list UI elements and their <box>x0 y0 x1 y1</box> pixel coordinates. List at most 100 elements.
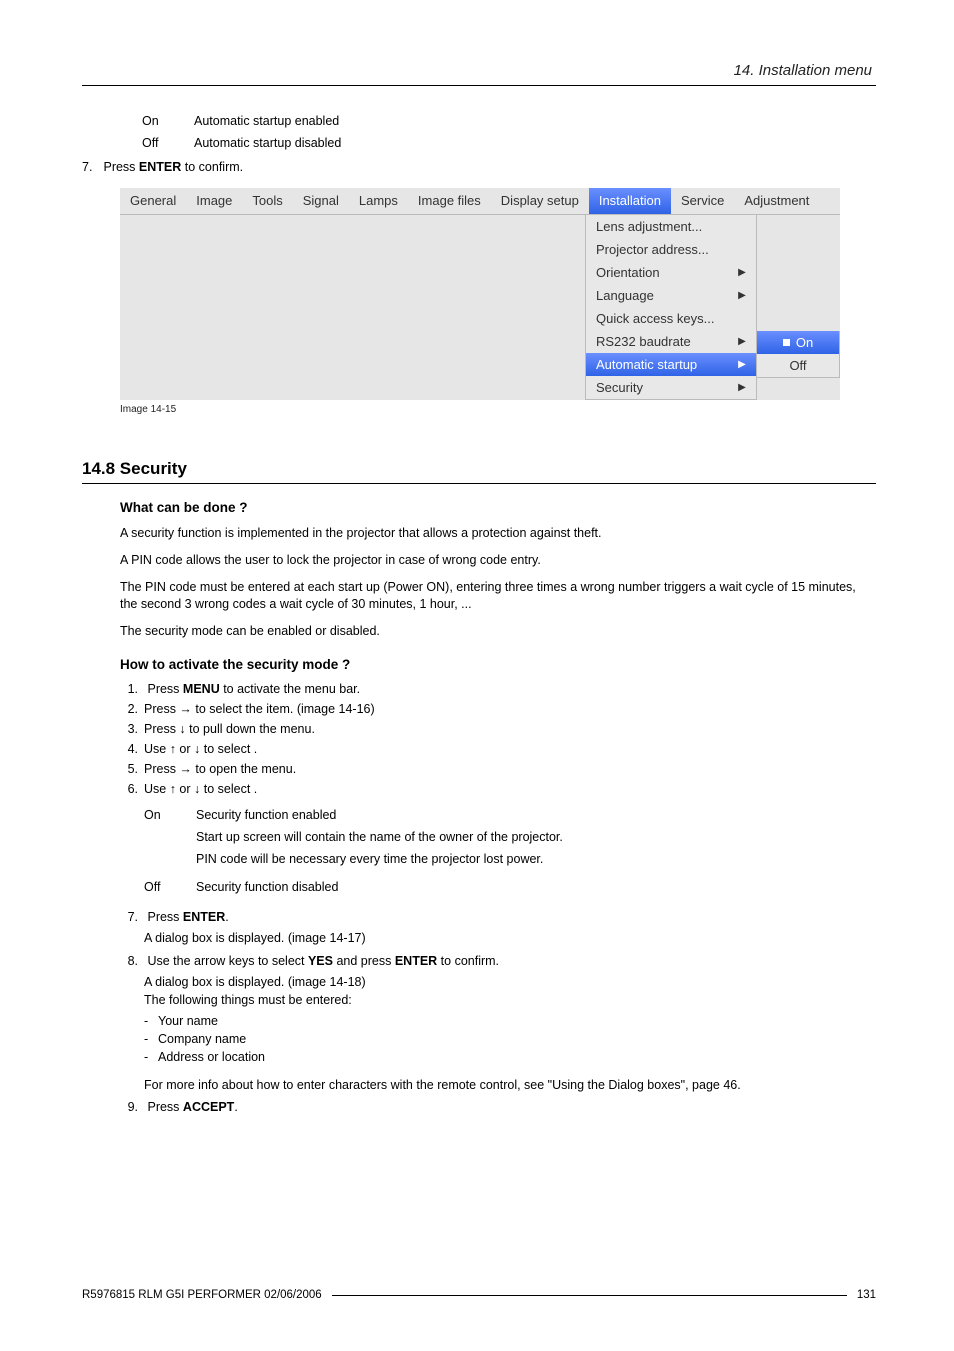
submenu-item-on[interactable]: On <box>757 331 839 354</box>
intro-definitions: On Automatic startup enabled Off Automat… <box>120 114 876 150</box>
step-text-pre: Press <box>103 160 138 174</box>
def-row: Off Security function disabled <box>144 880 876 894</box>
dropdown-item-projector-address[interactable]: Projector address... <box>586 238 756 261</box>
step-7-line: 7. Press ENTER to confirm. <box>82 160 876 174</box>
def-row: On Security function enabled <box>144 808 876 822</box>
dropdown-item-rs232-baudrate[interactable]: RS232 baudrate ▶ <box>586 330 756 353</box>
t: Press ↓ to pull down the menu. <box>144 722 315 736</box>
menu-tab-signal[interactable]: Signal <box>293 188 349 214</box>
menu-tab-adjustment[interactable]: Adjustment <box>734 188 819 214</box>
menu-screenshot: General Image Tools Signal Lamps Image f… <box>120 188 840 400</box>
step-6: 6.Use ↑ or ↓ to select . <box>120 782 876 796</box>
page-footer: R5976815 RLM G5I PERFORMER 02/06/2006 13… <box>82 1289 876 1301</box>
chevron-right-icon: ▶ <box>736 336 748 348</box>
menu-tab-lamps[interactable]: Lamps <box>349 188 408 214</box>
step-9: 9. Press ACCEPT. <box>120 1100 876 1114</box>
dropdown-item-quick-access-keys[interactable]: Quick access keys... <box>586 307 756 330</box>
t: to confirm. <box>437 954 499 968</box>
step-num: 7. <box>82 160 100 174</box>
document-page: 14. Installation menu On Automatic start… <box>0 0 954 1351</box>
def-key: On <box>144 808 196 822</box>
step-1: 1. Press MENU to activate the menu bar. <box>120 682 876 696</box>
step-num: 4. <box>120 742 138 756</box>
t: . <box>234 1100 237 1114</box>
step-num: 1. <box>120 682 138 696</box>
chevron-right-icon: ▶ <box>736 359 748 371</box>
step-3: 3.Press ↓ to pull down the menu. <box>120 722 876 736</box>
what-block: What can be done ? A security function i… <box>120 500 876 1114</box>
def-key: On <box>142 114 194 128</box>
step-num: 8. <box>120 954 138 968</box>
t-bold: YES <box>308 954 333 968</box>
ditem-label: Orientation <box>596 265 660 280</box>
dropdown-item-security[interactable]: Security▶ <box>586 376 756 399</box>
t: Press <box>147 682 182 696</box>
how-heading: How to activate the security mode ? <box>120 657 876 672</box>
dropdown-item-language[interactable]: Language ▶ <box>586 284 756 307</box>
t: Press <box>147 1100 182 1114</box>
ditem-label: Automatic startup <box>596 357 697 372</box>
dash-text: Company name <box>158 1032 246 1046</box>
step-num: 7. <box>120 910 138 924</box>
def-key: Off <box>144 880 196 894</box>
automatic-startup-submenu: On Off <box>757 331 840 378</box>
menu-tab-tools[interactable]: Tools <box>242 188 292 214</box>
footer-rule <box>332 1295 847 1296</box>
def-key <box>144 852 196 866</box>
def-text: Security function enabled <box>196 808 336 822</box>
ditem-label: Language <box>596 288 654 303</box>
what-heading: What can be done ? <box>120 500 876 515</box>
step-8-sub2: The following things must be entered: <box>144 991 876 1009</box>
menu-tab-image-files[interactable]: Image files <box>408 188 491 214</box>
t: Use the arrow keys to select <box>147 954 307 968</box>
menu-tab-image[interactable]: Image <box>186 188 242 214</box>
step-5: 5. Press → to open the menu. <box>120 762 876 776</box>
menu-tab-display-setup[interactable]: Display setup <box>491 188 589 214</box>
menu-bar: General Image Tools Signal Lamps Image f… <box>120 188 840 215</box>
t-bold: ACCEPT <box>183 1100 234 1114</box>
t: and press <box>333 954 395 968</box>
def-text: Start up screen will contain the name of… <box>196 830 563 844</box>
ditem-label: Projector address... <box>596 242 709 257</box>
dropdown-item-lens-adjustment[interactable]: Lens adjustment... <box>586 215 756 238</box>
dropdown-item-automatic-startup[interactable]: Automatic startup ▶ <box>586 353 756 376</box>
def-key: Off <box>142 136 194 150</box>
para: The security mode can be enabled or disa… <box>120 623 876 640</box>
dash-item: Company name <box>144 1032 876 1046</box>
menu-tab-installation[interactable]: Installation <box>589 188 671 214</box>
def-row: Start up screen will contain the name of… <box>144 830 876 844</box>
para: A PIN code allows the user to lock the p… <box>120 552 876 569</box>
menu-tab-general[interactable]: General <box>120 188 186 214</box>
chevron-right-icon: ▶ <box>736 382 748 394</box>
step-7-sub: A dialog box is displayed. (image 14-17) <box>144 929 876 947</box>
header-rule <box>82 85 876 86</box>
para: A security function is implemented in th… <box>120 525 876 542</box>
chevron-right-icon: ▶ <box>736 290 748 302</box>
t-bold: MENU <box>183 682 220 696</box>
def-row: On Automatic startup enabled <box>142 114 876 128</box>
step-2: 2.Press → to select the item. (image 14-… <box>120 702 876 716</box>
menu-tab-service[interactable]: Service <box>671 188 734 214</box>
ditem-label: Lens adjustment... <box>596 219 702 234</box>
dropdown-item-orientation[interactable]: Orientation ▶ <box>586 261 756 284</box>
def-key <box>144 830 196 844</box>
sitem-label: On <box>796 335 813 350</box>
def-text: PIN code will be necessary every time th… <box>196 852 543 866</box>
dash-text: Address or location <box>158 1050 265 1064</box>
ditem-label: RS232 baudrate <box>596 334 691 349</box>
def-text: Automatic startup enabled <box>194 114 339 128</box>
step-num: 5. <box>120 762 138 776</box>
submenu-item-off[interactable]: Off <box>757 354 839 377</box>
def-row: PIN code will be necessary every time th… <box>144 852 876 866</box>
step-num: 6. <box>120 782 138 796</box>
step-8-note: For more info about how to enter charact… <box>144 1076 876 1094</box>
def-text: Automatic startup disabled <box>194 136 341 150</box>
t: Press → to open the menu. <box>144 762 296 776</box>
step-text-post: to confirm. <box>181 160 243 174</box>
sitem-label: Off <box>789 358 806 373</box>
t: Press <box>147 910 182 924</box>
step-8-sub1: A dialog box is displayed. (image 14-18) <box>144 973 876 991</box>
square-marker-icon <box>783 339 790 346</box>
image-caption: Image 14-15 <box>120 404 876 415</box>
chevron-right-icon: ▶ <box>736 267 748 279</box>
